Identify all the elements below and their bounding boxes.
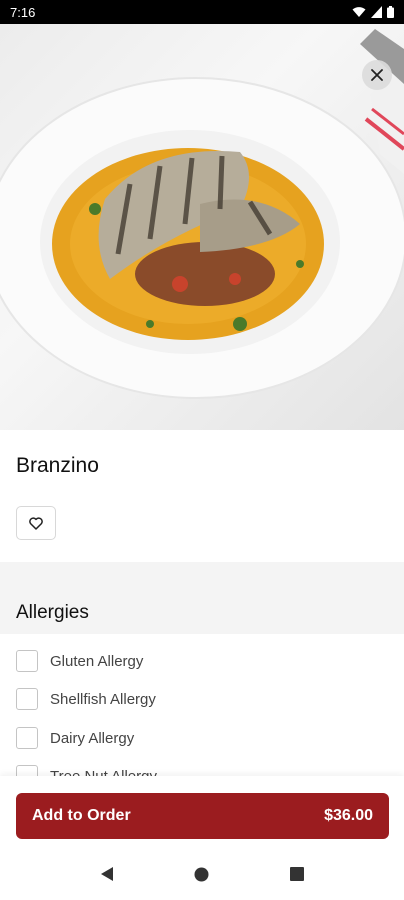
dish-photo — [0, 24, 404, 430]
gluten-checkbox[interactable] — [16, 650, 38, 672]
system-nav-bar — [0, 848, 404, 900]
allergy-label: Dairy Allergy — [50, 729, 135, 747]
allergy-label: Gluten Allergy — [50, 652, 144, 670]
recents-square-icon — [289, 867, 304, 881]
close-button[interactable] — [362, 60, 392, 90]
allergy-option-gluten[interactable]: Gluten Allergy — [16, 649, 143, 673]
status-icons — [352, 6, 394, 18]
shellfish-checkbox[interactable] — [16, 688, 38, 710]
home-circle-icon — [194, 867, 209, 881]
item-title: Branzino — [16, 454, 99, 477]
allergy-option-shellfish[interactable]: Shellfish Allergy — [16, 687, 156, 711]
add-to-order-button[interactable]: Add to Order $36.00 — [16, 793, 389, 839]
cell-signal-icon — [371, 6, 382, 18]
favorite-button[interactable] — [16, 506, 56, 540]
back-triangle-icon — [101, 867, 114, 881]
heart-outline-icon — [29, 516, 43, 530]
dairy-checkbox[interactable] — [16, 727, 38, 749]
dish-illustration — [0, 29, 404, 399]
nav-recents-button[interactable] — [277, 854, 317, 894]
nav-home-button[interactable] — [182, 854, 222, 894]
add-to-order-label: Add to Order — [32, 807, 131, 824]
wifi-icon — [352, 7, 366, 17]
allergy-label: Shellfish Allergy — [50, 690, 156, 708]
order-price: $36.00 — [324, 807, 373, 824]
close-icon — [371, 69, 383, 81]
nav-back-button[interactable] — [87, 854, 127, 894]
allergies-title: Allergies — [16, 602, 89, 623]
status-bar: 7:16 — [0, 0, 404, 24]
battery-icon — [387, 6, 394, 18]
status-time: 7:16 — [10, 4, 36, 20]
allergy-option-dairy[interactable]: Dairy Allergy — [16, 726, 134, 750]
